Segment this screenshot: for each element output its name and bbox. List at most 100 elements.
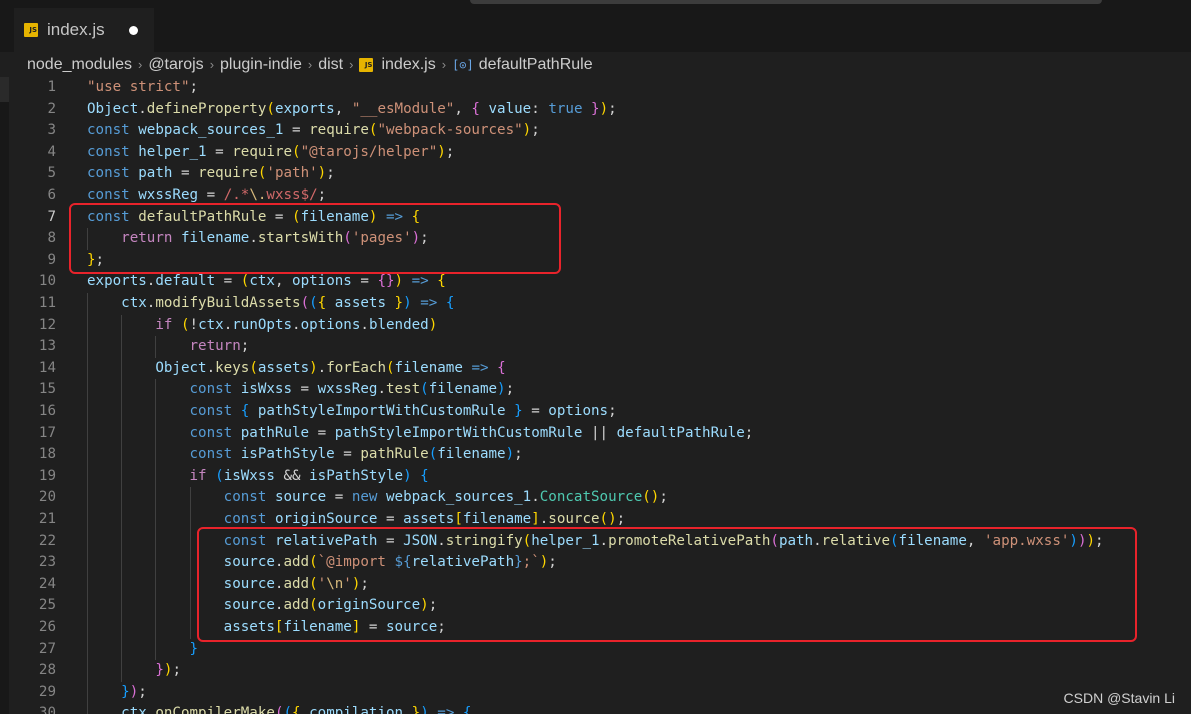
- line-number: 14: [38, 359, 56, 376]
- chevron-right-icon: ›: [209, 57, 215, 72]
- code-line[interactable]: 17 const pathRule = pathStyleImportWithC…: [9, 423, 1191, 445]
- code-line[interactable]: 20 const source = new webpack_sources_1.…: [9, 487, 1191, 509]
- breadcrumb-item-symbol[interactable]: defaultPathRule: [479, 56, 593, 74]
- code-token: if: [155, 316, 173, 333]
- code-line[interactable]: 18 const isPathStyle = pathRule(filename…: [9, 444, 1191, 466]
- tab-bar: JS index.js: [0, 8, 1191, 52]
- line-number: 16: [38, 403, 56, 419]
- code-token: {: [445, 295, 455, 311]
- code-token: =: [309, 424, 335, 441]
- code-token: }: [189, 640, 199, 657]
- line-number: 12: [38, 316, 56, 333]
- code-text: });: [87, 682, 147, 704]
- code-token: (: [292, 143, 301, 160]
- code-token: exports: [87, 273, 147, 290]
- code-token: source: [548, 511, 600, 527]
- code-token: filename: [394, 359, 463, 376]
- breadcrumb-item-dist[interactable]: dist: [318, 56, 343, 74]
- code-token: (: [420, 381, 429, 398]
- code-token: (: [266, 100, 275, 117]
- breadcrumb-item-tarojs[interactable]: @tarojs: [148, 56, 203, 74]
- code-text: });: [87, 660, 181, 682]
- code-line[interactable]: 29 });: [9, 682, 1191, 704]
- breadcrumb-item-plugin-indie[interactable]: plugin-indie: [220, 56, 302, 74]
- code-token: =: [206, 143, 233, 160]
- code-line[interactable]: 30 ctx.onCompilerMake(({ compilation }) …: [9, 703, 1191, 714]
- line-number: 26: [38, 619, 56, 635]
- code-token: =: [283, 122, 310, 139]
- code-token: .: [531, 489, 540, 506]
- code-line[interactable]: 4 const helper_1 = require("@tarojs/helpe…: [9, 142, 1191, 164]
- code-token: }: [155, 662, 164, 679]
- line-number: 23: [38, 554, 56, 571]
- code-token: Object: [87, 100, 139, 117]
- line-number: 25: [38, 597, 56, 614]
- code-line[interactable]: 13 return;: [9, 336, 1191, 358]
- code-token: =: [377, 511, 404, 527]
- code-line[interactable]: 11 ctx.modifyBuildAssets(({ assets }) =>…: [9, 293, 1191, 315]
- js-file-icon: JS: [359, 57, 374, 72]
- code-token: }: [121, 683, 130, 700]
- breadcrumb-item-node-modules[interactable]: node_modules: [27, 56, 132, 74]
- code-line[interactable]: 5 const path = require('path');: [9, 163, 1191, 185]
- code-line[interactable]: 14 Object.keys(assets).forEach(filename …: [9, 358, 1191, 380]
- tab-index-js[interactable]: JS index.js: [14, 8, 154, 52]
- code-token: $/: [300, 187, 318, 203]
- code-token: ): [505, 446, 515, 463]
- symbol-function-icon: [⊙]: [452, 57, 474, 72]
- code-line[interactable]: 2 Object.defineProperty(exports, "__esMod…: [9, 99, 1191, 121]
- code-token: ): [309, 359, 318, 376]
- title-search-bar[interactable]: [470, 0, 1102, 4]
- line-number: 18: [38, 446, 56, 463]
- code-token: wxss: [266, 187, 301, 203]
- code-token: helper_1: [138, 143, 207, 160]
- code-token: ;: [326, 165, 335, 182]
- code-token: exports: [274, 100, 335, 117]
- code-line[interactable]: 19 if (isWxss && isPathStyle) {: [9, 466, 1191, 488]
- code-token: filename: [437, 446, 506, 463]
- code-token: ;: [138, 683, 147, 700]
- line-number: 20: [38, 489, 56, 506]
- activity-edge: [0, 77, 9, 714]
- code-token: const: [189, 381, 233, 398]
- code-line[interactable]: 28 });: [9, 660, 1191, 682]
- line-number: 30: [38, 705, 56, 714]
- code-line[interactable]: 10 exports.default = (ctx, options = {}) …: [9, 271, 1191, 293]
- code-token: ,: [454, 100, 472, 117]
- code-token: true: [548, 100, 583, 117]
- unsaved-dot-icon[interactable]: [129, 26, 138, 35]
- window-title-strip: [0, 0, 1191, 8]
- code-editor[interactable]: 1 "use strict"; 2 Object.defineProperty(exp…: [9, 77, 1191, 714]
- code-line[interactable]: 27 }: [9, 639, 1191, 661]
- code-token: (): [642, 489, 660, 506]
- code-line[interactable]: 16 const { pathStyleImportWithCustomRule…: [9, 401, 1191, 423]
- code-line[interactable]: 3 const webpack_sources_1 = require("webp…: [9, 120, 1191, 142]
- code-line[interactable]: 1 "use strict";: [9, 77, 1191, 99]
- code-line[interactable]: 15 const isWxss = wxssReg.test(filename)…: [9, 379, 1191, 401]
- code-token: (): [599, 511, 617, 527]
- code-token: .: [317, 359, 327, 376]
- code-token: options: [548, 403, 609, 419]
- code-token: const: [87, 165, 130, 182]
- code-token: ;: [608, 403, 617, 419]
- code-text: Object.defineProperty(exports, "__esModu…: [87, 99, 617, 121]
- code-token: wxssReg: [138, 187, 199, 203]
- code-token: {: [462, 705, 472, 714]
- code-text: const helper_1 = require("@tarojs/helper…: [87, 142, 454, 164]
- code-token: ,: [274, 273, 293, 290]
- code-token: defineProperty: [146, 100, 267, 117]
- code-text: }: [87, 639, 199, 661]
- code-line[interactable]: 12 if (!ctx.runOpts.options.blended): [9, 315, 1191, 337]
- code-token: const: [223, 511, 267, 527]
- breadcrumb-item-file[interactable]: index.js: [381, 56, 435, 74]
- code-token: ctx: [121, 295, 147, 311]
- code-token: isWxss: [223, 467, 275, 484]
- code-token: ): [129, 683, 139, 700]
